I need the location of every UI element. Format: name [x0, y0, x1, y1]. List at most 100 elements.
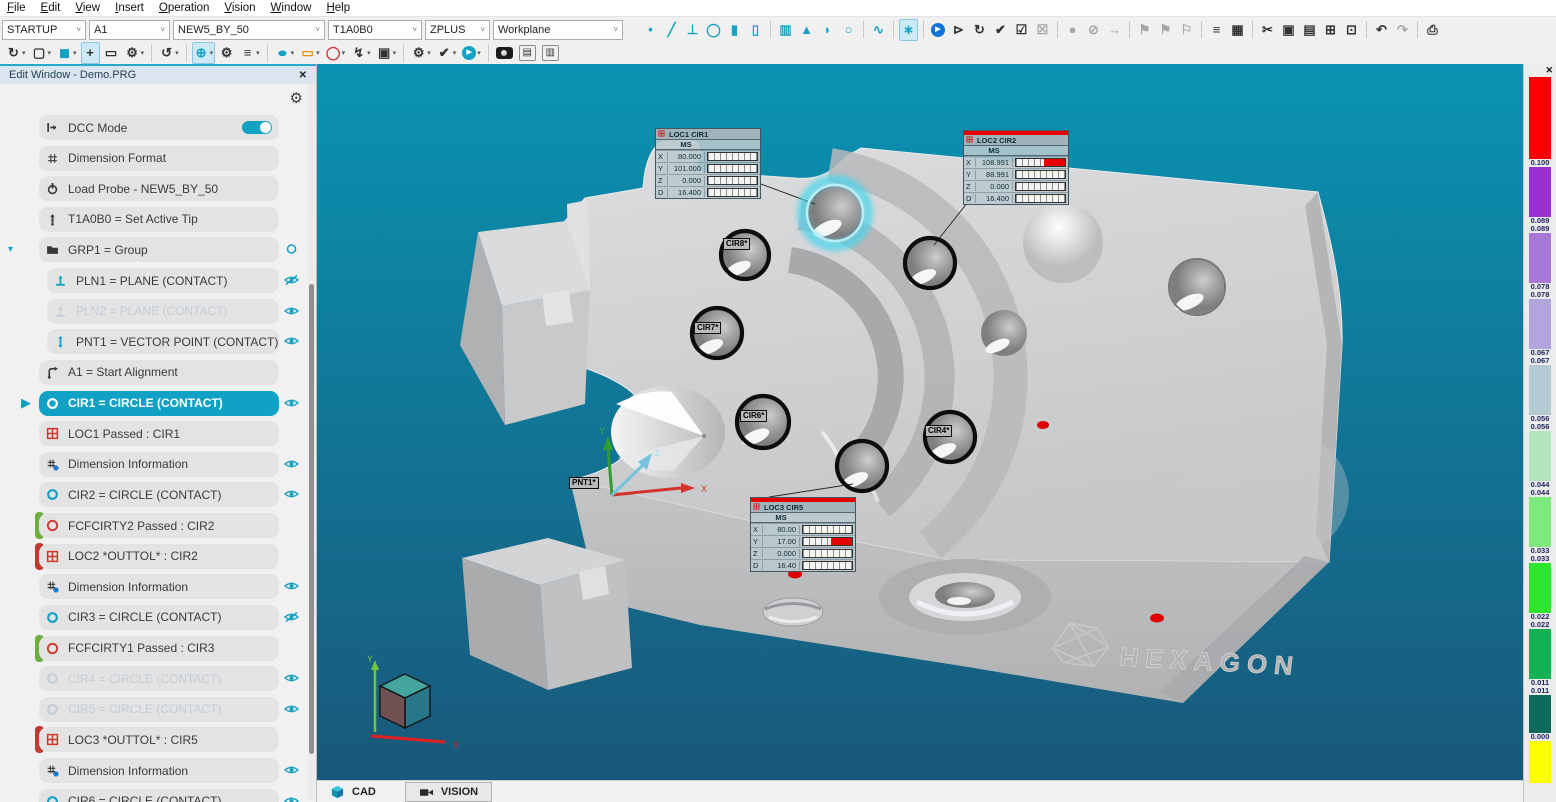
point-icon[interactable]: •: [641, 19, 660, 41]
tree-item-dimension-format[interactable]: Dimension Format: [39, 146, 279, 171]
view-orientation-icon[interactable]: ↻▾: [4, 42, 28, 64]
expander-icon[interactable]: ▾: [8, 244, 13, 255]
view-wireframe-icon[interactable]: ▢▾: [30, 42, 54, 64]
workplane-mode-combo[interactable]: Workplane˅: [493, 20, 623, 40]
report-window-icon[interactable]: ▤: [517, 42, 538, 64]
menu-file[interactable]: File: [7, 2, 26, 14]
execute-icon[interactable]: ▶: [929, 19, 947, 41]
auto-circle-icon[interactable]: ◯: [704, 19, 723, 41]
cad-canvas[interactable]: HEXAGON Y X Z Y: [317, 64, 1523, 780]
auto-feature-icon[interactable]: ∗: [899, 19, 918, 41]
tree-item-pln2-plane-contact[interactable]: PLN2 = PLANE (CONTACT): [47, 299, 279, 324]
slot-outline-icon[interactable]: ▯: [746, 19, 765, 41]
tree-item-grp1-group[interactable]: GRP1 = Group: [39, 237, 279, 262]
execute-check-icon[interactable]: ✔: [991, 19, 1010, 41]
dimension-table-loc1-cir1[interactable]: LOC1 CIR1MSX80.000Y101.000Z0.000D16.400: [655, 128, 761, 199]
tree-item-t1a0b0-set-active-tip[interactable]: T1A0B0 = Set Active Tip: [39, 207, 279, 232]
report-list-icon[interactable]: ≡: [1207, 19, 1226, 41]
execute-play-icon[interactable]: ▶▾: [460, 42, 483, 64]
eye-icon[interactable]: [283, 580, 301, 594]
eye-off-icon[interactable]: [283, 611, 301, 625]
path-settings-icon[interactable]: ⚙▾: [409, 42, 433, 64]
eye-icon[interactable]: [283, 703, 301, 717]
eye-icon[interactable]: [283, 305, 301, 319]
eye-icon[interactable]: [283, 672, 301, 686]
tab-vision[interactable]: VISION: [405, 782, 492, 802]
tree-item-fcfcirty1-passed-cir3[interactable]: FCFCIRTY1 Passed : CIR3: [39, 636, 279, 661]
cone-icon[interactable]: ▲: [797, 19, 816, 41]
menu-help[interactable]: Help: [326, 2, 350, 14]
tree-item-cir3-circle-contact[interactable]: CIR3 = CIRCLE (CONTACT): [39, 605, 279, 630]
pan-icon[interactable]: +: [81, 42, 100, 64]
menu-window[interactable]: Window: [271, 2, 312, 14]
cut-icon[interactable]: ✂: [1258, 19, 1277, 41]
graph-window-icon[interactable]: ▥: [540, 42, 561, 64]
print-icon[interactable]: ⎙: [1423, 19, 1442, 41]
measure-square-icon[interactable]: ▭▾: [298, 42, 322, 64]
tip-combo[interactable]: T1A0B0˅: [328, 20, 422, 40]
rotate-view-icon[interactable]: ↺▾: [157, 42, 181, 64]
tree-item-loc2-outtol-cir2[interactable]: LOC2 *OUTTOL* : CIR2: [39, 544, 279, 569]
marker-set-icon[interactable]: ⚑: [1135, 19, 1154, 41]
eye-icon[interactable]: [283, 458, 301, 472]
tree-item-load-probe-new5-by-50[interactable]: Load Probe - NEW5_BY_50: [39, 176, 279, 201]
tree-item-cir1-circle-contact[interactable]: CIR1 = CIRCLE (CONTACT): [39, 391, 279, 416]
program-combo[interactable]: STARTUP˅: [2, 20, 86, 40]
cylinder-icon[interactable]: ▥: [776, 19, 795, 41]
menu-vision[interactable]: Vision: [224, 2, 255, 14]
eye-icon[interactable]: [283, 335, 301, 349]
tab-cad[interactable]: CAD: [317, 782, 389, 802]
menu-insert[interactable]: Insert: [115, 2, 144, 14]
tree-item-dcc-mode[interactable]: DCC Mode: [39, 115, 279, 140]
feature-list-icon[interactable]: ≡▾: [238, 42, 262, 64]
probe-combo[interactable]: NEW5_BY_50˅: [173, 20, 325, 40]
paste-icon[interactable]: ▤: [1300, 19, 1319, 41]
cad-viewport[interactable]: HEXAGON Y X Z Y: [317, 64, 1523, 780]
report-grid-icon[interactable]: ▦: [1228, 19, 1247, 41]
tree-item-cir5-circle-contact[interactable]: CIR5 = CIRCLE (CONTACT): [39, 697, 279, 722]
undo-icon[interactable]: ↶: [1372, 19, 1391, 41]
gear-icon[interactable]: ⚙: [290, 89, 303, 107]
perpendicular-icon[interactable]: ⊥: [683, 19, 702, 41]
copy-multiple-icon[interactable]: ▣▾: [375, 42, 399, 64]
measure-circle-icon[interactable]: ◯▾: [324, 42, 348, 64]
menu-operation[interactable]: Operation: [159, 2, 210, 14]
alignment-combo[interactable]: A1˅: [89, 20, 170, 40]
execute-from-cursor-icon[interactable]: ⊳: [949, 19, 968, 41]
marker-insert-icon[interactable]: ⚑: [1156, 19, 1175, 41]
curve-icon[interactable]: ∿: [869, 19, 888, 41]
feature-label-cir7[interactable]: CIR7*: [694, 322, 721, 334]
pattern-icon[interactable]: ⊡: [1342, 19, 1361, 41]
visibility-circle-icon[interactable]: [283, 243, 301, 257]
feature-label-pnt1[interactable]: PNT1*: [569, 477, 599, 489]
view-shaded-cube-icon[interactable]: ◼▾: [55, 42, 79, 64]
stop-disabled-icon[interactable]: ⊘: [1084, 19, 1103, 41]
tree-item-cir2-circle-contact[interactable]: CIR2 = CIRCLE (CONTACT): [39, 482, 279, 507]
paste-with-pattern-icon[interactable]: ⊞: [1321, 19, 1340, 41]
line-icon[interactable]: ╱: [662, 19, 681, 41]
tree-item-dimension-information[interactable]: Dimension Information: [39, 452, 279, 477]
tip-settings-icon[interactable]: ⚙: [217, 42, 236, 64]
round-icon[interactable]: ○: [839, 19, 858, 41]
execute-verify-icon[interactable]: ✔▾: [435, 42, 459, 64]
execute-refresh-icon[interactable]: ↻: [970, 19, 989, 41]
redo-icon[interactable]: ↷: [1393, 19, 1412, 41]
feature-label-cir8[interactable]: CIR8*: [723, 238, 750, 250]
probe-settings-icon[interactable]: ⚙▾: [123, 42, 147, 64]
dimension-table-loc3-cir5[interactable]: LOC3 CIR5MSX80.00Y17.00Z0.000D16.40: [750, 497, 856, 572]
tree-item-pnt1-vector-point-contact[interactable]: PNT1 = VECTOR POINT (CONTACT): [47, 329, 279, 354]
comment-icon[interactable]: ▭: [102, 42, 121, 64]
tree-item-a1-start-alignment[interactable]: A1 = Start Alignment: [39, 360, 279, 385]
tree-item-dimension-information[interactable]: Dimension Information: [39, 574, 279, 599]
menu-view[interactable]: View: [75, 2, 100, 14]
measure-ellipse-icon[interactable]: ●▾: [273, 42, 297, 64]
tree-item-cir4-circle-contact[interactable]: CIR4 = CIRCLE (CONTACT): [39, 666, 279, 691]
dcc-mode-toggle[interactable]: [242, 121, 272, 134]
slot-filled-icon[interactable]: ▮: [725, 19, 744, 41]
continue-icon[interactable]: →: [1105, 19, 1124, 41]
dimension-table-loc2-cir2[interactable]: LOC2 CIR2MSX108.991Y88.991Z0.000D16.400: [963, 130, 1069, 205]
probe-mode-icon[interactable]: ⊕▾: [192, 42, 216, 64]
eye-icon[interactable]: [283, 397, 301, 411]
feature-label-cir6[interactable]: CIR6*: [740, 410, 767, 422]
eye-off-icon[interactable]: [283, 274, 301, 288]
